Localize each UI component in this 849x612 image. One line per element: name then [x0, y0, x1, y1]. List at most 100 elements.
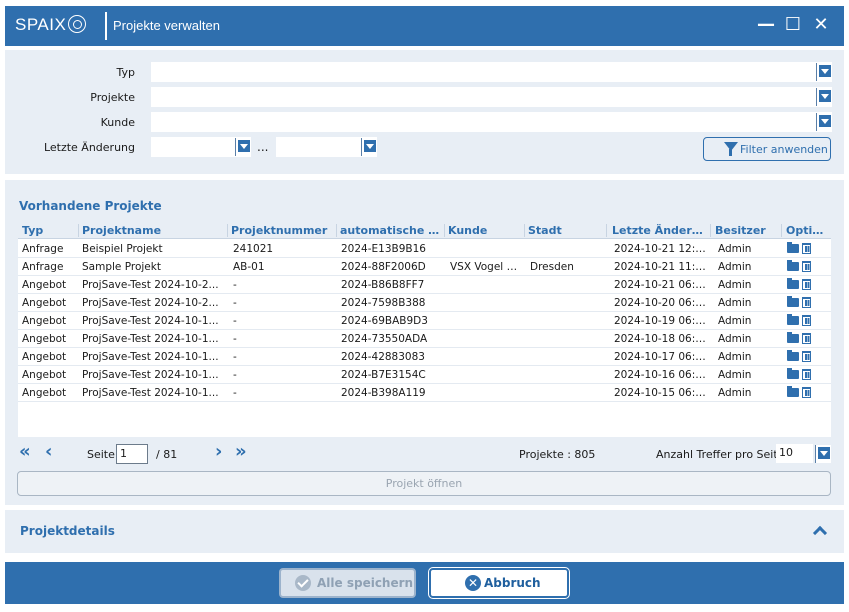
cell-auto-number: 2024-B398A119 [341, 387, 426, 399]
column-separator [444, 224, 445, 237]
cell-last-change: 2024-10-19 06:38 [614, 315, 708, 327]
open-folder-icon[interactable] [787, 242, 799, 253]
cell-name: ProjSave-Test 2024-10-1... [82, 333, 219, 345]
last-change-label: Letzte Änderung [43, 141, 135, 154]
cell-owner: Admin [718, 315, 752, 327]
table-row[interactable]: Angebot ProjSave-Test 2024-10-2... - 202… [18, 294, 831, 312]
date-to-field[interactable] [276, 137, 377, 157]
cell-type: Angebot [22, 315, 67, 327]
open-folder-icon[interactable] [787, 350, 799, 361]
hits-per-page-label: Anzahl Treffer pro Seite [656, 448, 785, 461]
table-row[interactable]: Angebot ProjSave-Test 2024-10-1... - 202… [18, 366, 831, 384]
close-button[interactable]: ✕ [810, 14, 832, 36]
filter-panel: Typ Projekte Kunde Letzte Änderung ... F… [5, 50, 844, 174]
type-select[interactable] [151, 62, 832, 82]
previous-page-icon[interactable]: ‹ [45, 443, 52, 461]
column-header-number[interactable]: Projektnummer [231, 224, 331, 237]
type-label: Typ [116, 66, 136, 79]
cell-auto-number: 2024-B86B8FF7 [341, 279, 425, 291]
open-folder-icon[interactable] [787, 386, 799, 397]
projects-dropdown-icon[interactable] [816, 88, 832, 106]
open-folder-icon[interactable] [787, 314, 799, 325]
type-dropdown-icon[interactable] [816, 63, 832, 81]
cell-auto-number: 2024-7598B388 [341, 297, 426, 309]
last-page-icon[interactable]: » [235, 443, 247, 461]
trash-icon[interactable] [802, 297, 811, 308]
cell-name: ProjSave-Test 2024-10-1... [82, 369, 219, 381]
open-folder-icon[interactable] [787, 296, 799, 307]
page-total: / 81 [156, 448, 178, 461]
trash-icon[interactable] [802, 243, 811, 254]
table-row[interactable]: Anfrage Beispiel Projekt 241021 2024-E13… [18, 240, 831, 258]
column-header-name[interactable]: Projektname [82, 224, 222, 237]
project-details-panel[interactable]: Projektdetails [5, 510, 844, 553]
column-separator [336, 224, 337, 237]
cell-owner: Admin [718, 261, 752, 273]
trash-icon[interactable] [802, 333, 811, 344]
first-page-icon[interactable]: « [19, 443, 31, 461]
cell-owner: Admin [718, 243, 752, 255]
cell-auto-number: 2024-E13B9B16 [341, 243, 426, 255]
open-folder-icon[interactable] [787, 260, 799, 271]
trash-icon[interactable] [802, 351, 811, 362]
cell-type: Angebot [22, 387, 67, 399]
cell-name: ProjSave-Test 2024-10-1... [82, 315, 219, 327]
date-from-field[interactable] [151, 137, 251, 157]
cell-number: - [233, 279, 237, 291]
maximize-button[interactable]: ☐ [782, 14, 804, 36]
minimize-button[interactable]: — [755, 14, 777, 36]
column-header-auto-number[interactable]: automatische P... [340, 224, 440, 237]
filter-icon [724, 142, 738, 156]
projects-select[interactable] [151, 87, 832, 107]
cancel-button[interactable]: ✕ Abbruch [429, 568, 569, 598]
column-header-last-change[interactable]: Letzte Änderu... [612, 224, 708, 237]
cell-owner: Admin [718, 387, 752, 399]
column-header-options[interactable]: Optio... [786, 224, 828, 237]
trash-icon[interactable] [802, 369, 811, 380]
save-all-button[interactable]: Alle speichern [279, 568, 416, 598]
open-folder-icon[interactable] [787, 368, 799, 379]
chevron-up-icon[interactable] [812, 525, 828, 541]
projects-section-title: Vorhandene Projekte [19, 199, 162, 213]
customer-select[interactable] [151, 112, 832, 132]
cell-owner: Admin [718, 279, 752, 291]
page-number-input[interactable]: 1 [116, 444, 148, 464]
table-row[interactable]: Angebot ProjSave-Test 2024-10-2... - 202… [18, 276, 831, 294]
cell-number: - [233, 351, 237, 363]
cell-number: - [233, 333, 237, 345]
project-count: Projekte : 805 [519, 448, 596, 461]
trash-icon[interactable] [802, 279, 811, 290]
table-row[interactable]: Angebot ProjSave-Test 2024-10-1... - 202… [18, 312, 831, 330]
cell-name: ProjSave-Test 2024-10-2... [82, 297, 219, 309]
apply-filter-button[interactable]: Filter anwenden [703, 137, 831, 161]
customer-dropdown-icon[interactable] [816, 113, 832, 131]
table-row[interactable]: Angebot ProjSave-Test 2024-10-1... - 202… [18, 384, 831, 402]
column-header-owner[interactable]: Besitzer [715, 224, 775, 237]
table-row[interactable]: Anfrage Sample Projekt AB-01 2024-88F200… [18, 258, 831, 276]
project-details-title: Projektdetails [20, 524, 115, 538]
cell-last-change: 2024-10-16 06:37 [614, 369, 708, 381]
cell-city: Dresden [530, 261, 574, 273]
next-page-icon[interactable]: › [215, 443, 222, 461]
open-project-button[interactable]: Projekt öffnen [17, 471, 831, 496]
hits-per-page-select[interactable]: 10 [776, 444, 813, 463]
date-to-dropdown-icon[interactable] [361, 138, 377, 156]
column-header-city[interactable]: Stadt [528, 224, 608, 237]
window-title: Projekte verwalten [113, 18, 220, 33]
hits-per-page-value: 10 [779, 446, 793, 459]
table-header: Typ Projektname Projektnummer automatisc… [18, 222, 831, 239]
column-separator [524, 224, 525, 237]
cell-number: AB-01 [233, 261, 265, 273]
date-from-dropdown-icon[interactable] [235, 138, 251, 156]
column-header-type[interactable]: Typ [22, 224, 72, 237]
trash-icon[interactable] [802, 387, 811, 398]
hits-per-page-dropdown-icon[interactable] [815, 445, 831, 463]
open-folder-icon[interactable] [787, 332, 799, 343]
cell-auto-number: 2024-69BAB9D3 [341, 315, 428, 327]
column-header-customer[interactable]: Kunde [448, 224, 524, 237]
trash-icon[interactable] [802, 261, 811, 272]
table-row[interactable]: Angebot ProjSave-Test 2024-10-1... - 202… [18, 348, 831, 366]
trash-icon[interactable] [802, 315, 811, 326]
table-row[interactable]: Angebot ProjSave-Test 2024-10-1... - 202… [18, 330, 831, 348]
open-folder-icon[interactable] [787, 278, 799, 289]
